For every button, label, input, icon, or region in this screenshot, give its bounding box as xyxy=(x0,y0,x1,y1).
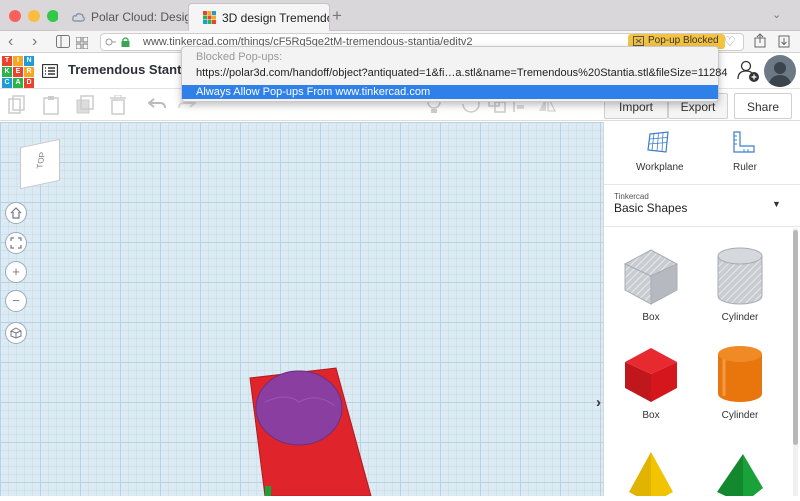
sidebar-toggle-icon[interactable] xyxy=(56,35,70,53)
tinkercad-logo[interactable]: T I N K E R C A D xyxy=(2,56,34,88)
shape-box-solid[interactable] xyxy=(621,344,681,404)
tab-polar-cloud[interactable]: Polar Cloud: Designs xyxy=(58,3,188,31)
shapes-scrollbar-thumb[interactable] xyxy=(793,230,798,445)
library-name-label: Basic Shapes xyxy=(614,201,688,215)
tab-label: 3D design Tremendous Stanti xyxy=(222,10,329,25)
popup-menu-header: Blocked Pop-ups: xyxy=(196,51,283,63)
key-icon xyxy=(105,36,117,51)
ruler-icon[interactable] xyxy=(732,130,756,159)
undo-icon[interactable] xyxy=(147,95,166,115)
home-view-button[interactable] xyxy=(5,202,27,224)
logo-letter: I xyxy=(13,56,23,66)
workplane-shape-group[interactable] xyxy=(247,362,379,497)
tab-label: Polar Cloud: Designs xyxy=(91,10,188,24)
panel-divider xyxy=(604,226,800,227)
trash-icon[interactable] xyxy=(110,94,126,115)
copy-icon[interactable] xyxy=(8,95,26,115)
zoom-out-button[interactable]: − xyxy=(5,290,27,312)
duplicate-icon[interactable] xyxy=(76,95,94,115)
minimize-window-button[interactable] xyxy=(28,10,40,22)
shape-cylinder-hole[interactable] xyxy=(710,246,770,306)
design-list-icon[interactable] xyxy=(41,63,59,83)
panel-divider xyxy=(604,184,800,185)
share-icon[interactable] xyxy=(754,33,766,53)
lock-icon xyxy=(121,37,130,50)
logo-letter: C xyxy=(2,78,12,88)
logo-letter: E xyxy=(13,67,23,77)
cloud-icon xyxy=(72,11,85,24)
workplane-icon[interactable] xyxy=(646,130,670,159)
chevron-down-icon: ▼ xyxy=(772,199,781,209)
collapse-panel-chevron-icon[interactable]: › xyxy=(596,394,601,411)
always-allow-popups-item[interactable]: Always Allow Pop-ups From www.tinkercad.… xyxy=(182,85,718,99)
design-title[interactable]: Tremendous Stantia xyxy=(68,62,192,77)
popup-blocked-label: Pop-up Blocked xyxy=(648,35,719,46)
logo-letter: R xyxy=(24,67,34,77)
heart-icon[interactable]: ♡ xyxy=(724,34,736,50)
tab-overview-chevron-icon[interactable]: ⌄ xyxy=(772,8,781,21)
paste-icon[interactable] xyxy=(42,95,60,115)
add-user-icon[interactable] xyxy=(736,59,760,88)
browser-tab-bar: Polar Cloud: Designs 3D design Tremendou… xyxy=(0,0,800,31)
tinkercad-favicon-icon xyxy=(203,11,216,24)
zoom-in-button[interactable]: + xyxy=(5,261,27,283)
fit-view-button[interactable] xyxy=(5,232,27,254)
logo-letter: T xyxy=(2,56,12,66)
library-provider-label: Tinkercad xyxy=(614,192,649,201)
shape-library-select[interactable]: Tinkercad Basic Shapes ▼ xyxy=(604,186,800,226)
logo-letter: K xyxy=(2,67,12,77)
shape-label: Cylinder xyxy=(721,312,759,323)
workplane-label[interactable]: Workplane xyxy=(636,162,684,173)
logo-letter: A xyxy=(13,78,23,88)
shape-label: Box xyxy=(642,312,660,323)
shape-label: Cylinder xyxy=(721,410,759,421)
forward-arrow-icon[interactable]: › xyxy=(32,33,37,51)
logo-letter: D xyxy=(24,78,34,88)
share-button[interactable]: Share xyxy=(734,93,792,119)
shape-roof[interactable] xyxy=(625,452,677,496)
blocked-popup-url-item[interactable]: https://polar3d.com/handoff/object?antiq… xyxy=(196,67,728,79)
view-cube[interactable]: TOP xyxy=(20,138,60,190)
back-arrow-icon[interactable]: ‹ xyxy=(8,33,13,51)
view-cube-label: TOP xyxy=(35,151,48,169)
tab-grid-icon[interactable] xyxy=(75,36,89,54)
downloads-icon[interactable] xyxy=(778,33,790,53)
shape-box-hole[interactable] xyxy=(621,246,681,306)
perspective-view-button[interactable] xyxy=(5,322,27,344)
shapes-grid: Box Cylinder Box Cylinder xyxy=(605,228,792,496)
avatar[interactable] xyxy=(764,55,796,87)
blocked-popups-menu: Blocked Pop-ups: https://polar3d.com/han… xyxy=(181,46,728,102)
new-tab-button[interactable]: + xyxy=(332,6,342,26)
shape-cylinder-solid[interactable] xyxy=(710,344,770,404)
shape-label: Box xyxy=(642,410,660,421)
shape-wedge[interactable] xyxy=(713,452,765,496)
tab-tinkercad-design[interactable]: 3D design Tremendous Stanti xyxy=(188,3,330,31)
logo-letter: N xyxy=(24,56,34,66)
ruler-label[interactable]: Ruler xyxy=(733,162,757,173)
close-window-button[interactable] xyxy=(9,10,21,22)
